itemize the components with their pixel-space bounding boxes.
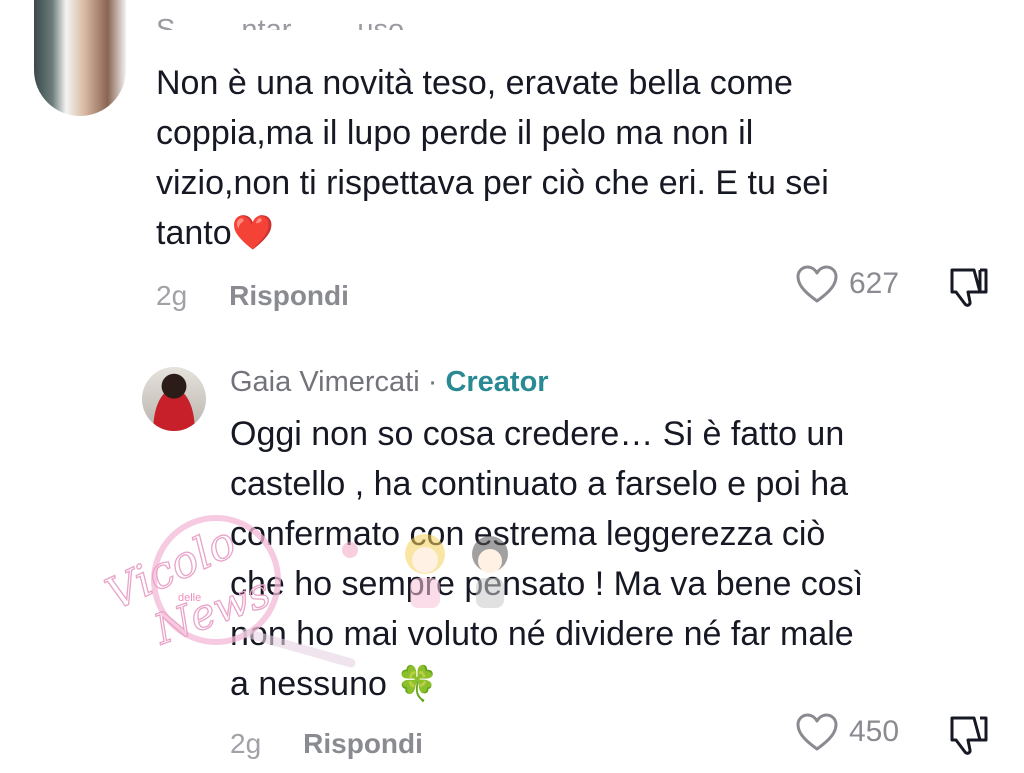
thumbs-down-icon — [950, 268, 988, 307]
comment-line: tanto❤️ — [156, 213, 274, 253]
comment-meta: 2g Rispondi — [230, 728, 423, 760]
comment-line: Oggi non so cosa credere… Si è fatto un — [230, 415, 845, 453]
heart-outline-icon — [796, 265, 838, 303]
reply-button[interactable]: Rispondi — [229, 280, 349, 311]
comment-line: che ho sempre pensato ! Ma va bene così — [230, 565, 864, 603]
comment-text: Non è una novità teso, eravate bella com… — [156, 58, 829, 258]
thumbs-down-icon — [950, 716, 988, 755]
comment-line: castello , ha continuato a farselo e poi… — [230, 465, 849, 503]
like-button[interactable]: 450 — [795, 712, 899, 752]
comment-line: Non è una novità teso, eravate bella com… — [156, 64, 793, 102]
red-heart-emoji: ❤️ — [231, 213, 274, 253]
dislike-button[interactable] — [946, 714, 990, 761]
comment-line: coppia,ma il lupo perde il pelo ma non i… — [156, 114, 754, 152]
username-text[interactable]: Gaia Vimercati — [230, 366, 420, 398]
like-count: 450 — [849, 715, 900, 748]
like-count: 627 — [849, 267, 900, 300]
reply-button[interactable]: Rispondi — [303, 728, 423, 759]
like-button[interactable]: 627 — [795, 264, 899, 304]
comment-line: confermato con estrema leggerezza ciò — [230, 515, 826, 553]
creator-badge: Creator — [445, 366, 549, 398]
username-text: S… …ntar… …uso — [156, 14, 405, 30]
comment-line: vizio,non ti rispettava per ciò che eri.… — [156, 164, 829, 202]
heart-outline-icon — [796, 713, 838, 751]
creator-avatar[interactable] — [142, 367, 206, 431]
comment-2: Gaia Vimercati · Creator Oggi non so cos… — [0, 330, 1024, 773]
comment-time: 2g — [156, 280, 188, 311]
commenter-avatar[interactable] — [34, 0, 126, 116]
four-leaf-clover-emoji: 🍀 — [396, 664, 439, 704]
comment-line: non ho mai voluto né dividere né far mal… — [230, 615, 854, 653]
comment-1: S… …ntar… …uso Non è una novità teso, er… — [0, 0, 1024, 330]
comment-text: Oggi non so cosa credere… Si è fatto un … — [230, 409, 863, 709]
comment-line: a nessuno 🍀 — [230, 664, 439, 704]
dislike-button[interactable] — [946, 266, 990, 313]
comment-username[interactable]: S… …ntar… …uso — [156, 4, 404, 30]
comment-time: 2g — [230, 728, 262, 759]
comment-meta: 2g Rispondi — [156, 280, 349, 312]
username-separator: · — [419, 366, 446, 398]
comment-username: Gaia Vimercati · Creator — [230, 366, 549, 399]
